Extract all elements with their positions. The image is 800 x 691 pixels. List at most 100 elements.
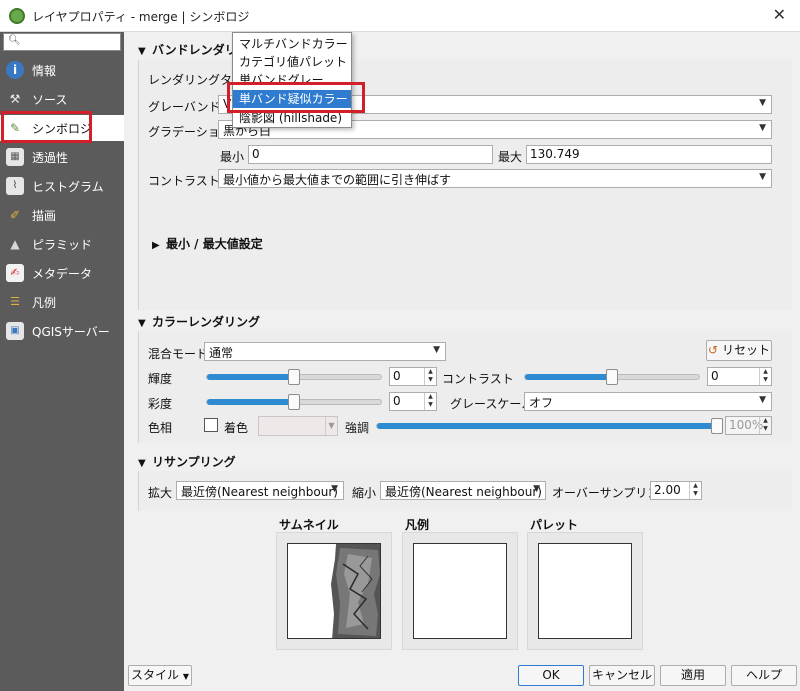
reset-icon: ↺ <box>708 343 719 357</box>
sidebar-item-pyramids[interactable]: ▲ ピラミッド <box>0 231 124 257</box>
source-icon: ⚒ <box>9 92 21 106</box>
max-label: 最大 <box>498 150 523 164</box>
grayscale-label: グレースケール <box>450 397 534 411</box>
histogram-icon: ⌇ <box>6 177 24 195</box>
colorize-checkbox[interactable] <box>204 418 218 432</box>
saturation-label: 彩度 <box>148 397 173 411</box>
pyramid-icon: ▲ <box>10 237 20 251</box>
thumbnail-panel <box>276 532 392 650</box>
sidebar-search-input[interactable]: 🔍︎ <box>3 33 121 51</box>
close-icon[interactable]: ✕ <box>773 5 786 24</box>
oversampling-spinbox[interactable]: 2.00 ▲ ▼ <box>650 481 702 500</box>
sidebar-item-label: ソース <box>32 93 68 107</box>
chevron-down-icon: ▼ <box>182 672 189 681</box>
contrast-enhancement-select[interactable]: 最小値から最大値までの範囲に引き伸ばす ▼ <box>218 169 772 188</box>
sidebar-item-transparency[interactable]: ▦ 透過性 <box>0 144 124 170</box>
zoom-out-resampling-select[interactable]: 最近傍(Nearest neighbour) ▼ <box>380 481 546 500</box>
minmax-settings-toggle[interactable]: ▶ 最小 / 最大値設定 <box>152 235 263 252</box>
colorize-color-button[interactable]: ▼ <box>258 416 338 436</box>
sidebar-item-qgis-server[interactable]: ▣ QGISサーバー <box>0 318 124 344</box>
collapse-arrow-icon: ▼ <box>138 318 146 329</box>
contrast-label: コントラスト <box>442 372 514 386</box>
chevron-down-icon: ▼ <box>433 345 440 355</box>
cancel-button[interactable]: キャンセル <box>589 665 655 686</box>
qgis-logo-icon <box>9 8 25 24</box>
apply-button[interactable]: 適用 <box>660 665 726 686</box>
sidebar-item-histogram[interactable]: ⌇ ヒストグラム <box>0 173 124 199</box>
slider-handle[interactable] <box>606 369 618 385</box>
sidebar-item-metadata[interactable]: ✍ メタデータ <box>0 260 124 286</box>
sidebar-item-label: 透過性 <box>32 151 69 165</box>
blend-mode-label: 混合モード <box>148 347 209 361</box>
dem-thumbnail-graphic <box>288 544 380 638</box>
rendering-icon: ✐ <box>9 208 21 222</box>
grayscale-select[interactable]: オフ ▼ <box>524 392 772 411</box>
sidebar-item-source[interactable]: ⚒ ソース <box>0 86 124 112</box>
thumbnail-image <box>287 543 381 639</box>
sidebar-item-label: メタデータ <box>32 267 93 281</box>
title-bar: レイヤプロパティ - merge | シンボロジ ✕ <box>0 0 800 32</box>
slider-handle[interactable] <box>288 369 300 385</box>
window-title: レイヤプロパティ - merge | シンボロジ <box>32 10 250 24</box>
help-button[interactable]: ヘルプ <box>731 665 797 686</box>
chevron-down-icon: ▼ <box>759 98 766 108</box>
brightness-spinbox[interactable]: 0 ▲ ▼ <box>389 367 437 386</box>
spin-arrows-icon[interactable]: ▲ ▼ <box>424 393 436 410</box>
colorize-label: 着色 <box>224 421 249 435</box>
chevron-down-icon: ▼ <box>759 123 766 133</box>
sidebar-item-label: 凡例 <box>32 296 57 310</box>
spin-arrows-icon[interactable]: ▲ ▼ <box>689 482 701 499</box>
contrast-slider[interactable] <box>524 369 700 385</box>
saturation-spinbox[interactable]: 0 ▲ ▼ <box>389 392 437 411</box>
slider-handle[interactable] <box>711 418 723 434</box>
legend-icon: ☰ <box>10 295 20 308</box>
spin-arrows-icon[interactable]: ▲ ▼ <box>759 368 771 385</box>
dropdown-option-multiband[interactable]: マルチバンドカラー <box>233 35 351 53</box>
chevron-down-icon: ▼ <box>325 417 337 435</box>
thumbnail-title: サムネイル <box>279 518 339 532</box>
zoom-in-label: 拡大 <box>148 486 173 500</box>
sidebar-item-label: QGISサーバー <box>32 325 110 339</box>
ok-button[interactable]: OK <box>518 665 584 686</box>
chevron-down-icon: ▼ <box>759 395 766 405</box>
palette-panel <box>527 532 643 650</box>
max-value-input[interactable]: 130.749 <box>526 145 772 164</box>
slider-handle[interactable] <box>288 394 300 410</box>
legend-panel <box>402 532 518 650</box>
brightness-slider[interactable] <box>206 369 382 385</box>
sidebar-item-rendering[interactable]: ✐ 描画 <box>0 202 124 228</box>
color-rendering-section-header[interactable]: ▼ カラーレンダリング <box>138 313 260 330</box>
min-value-input[interactable]: 0 <box>248 145 493 164</box>
chevron-down-icon: ▼ <box>331 484 338 494</box>
dropdown-option-paletted[interactable]: カテゴリ値パレット <box>233 53 351 71</box>
metadata-icon: ✍ <box>6 264 24 282</box>
reset-button[interactable]: ↺ リセット <box>706 340 772 361</box>
expand-arrow-icon: ▶ <box>152 240 160 251</box>
sidebar-item-label: 描画 <box>32 209 57 223</box>
sidebar-item-info[interactable]: i 情報 <box>0 57 124 83</box>
collapse-arrow-icon: ▼ <box>138 458 146 469</box>
zoom-in-resampling-select[interactable]: 最近傍(Nearest neighbour) ▼ <box>176 481 344 500</box>
strength-spinbox[interactable]: 100% ▲ ▼ <box>725 416 772 435</box>
hue-label: 色相 <box>148 421 173 435</box>
strength-label: 強調 <box>345 421 370 435</box>
style-menu-button[interactable]: スタイル ▼ <box>128 665 192 686</box>
spin-arrows-icon[interactable]: ▲ ▼ <box>424 368 436 385</box>
slider-fill <box>207 399 294 405</box>
render-type-dropdown-list: マルチバンドカラー カテゴリ値パレット 単バンドグレー 単バンド疑似カラー 陰影… <box>232 32 352 128</box>
strength-slider[interactable] <box>376 418 723 434</box>
saturation-slider[interactable] <box>206 394 382 410</box>
contrast-spinbox[interactable]: 0 ▲ ▼ <box>707 367 772 386</box>
sidebar-item-label: ピラミッド <box>32 238 93 252</box>
sidebar-item-label: ヒストグラム <box>32 180 104 194</box>
blend-mode-select[interactable]: 通常 ▼ <box>204 342 446 361</box>
slider-fill <box>377 423 717 429</box>
zoom-out-label: 縮小 <box>352 486 377 500</box>
spin-arrows-icon[interactable]: ▲ ▼ <box>759 417 771 434</box>
grey-band-label: グレーバンド <box>148 100 221 114</box>
palette-title: パレット <box>530 518 579 532</box>
chevron-down-icon: ▼ <box>533 484 540 494</box>
slider-fill <box>525 374 612 380</box>
sidebar-item-legend[interactable]: ☰ 凡例 <box>0 289 124 315</box>
resampling-section-header[interactable]: ▼ リサンプリング <box>138 453 236 470</box>
